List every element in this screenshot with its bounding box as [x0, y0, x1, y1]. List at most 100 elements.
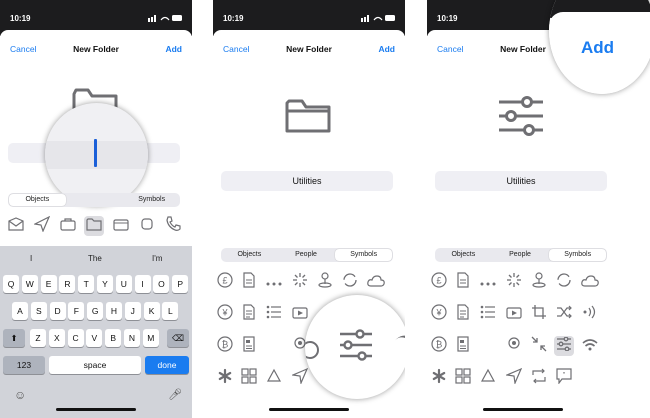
key-l[interactable]: L	[162, 302, 179, 320]
ellipsis-icon[interactable]	[264, 272, 284, 292]
key-e[interactable]: E	[40, 275, 57, 293]
doc-text-icon[interactable]	[453, 304, 473, 324]
yen-sign-icon[interactable]: ¥	[429, 304, 449, 324]
key-j[interactable]: J	[124, 302, 141, 320]
quote-bubble-icon[interactable]: "	[554, 368, 574, 388]
suggestion-1[interactable]: I	[30, 254, 32, 263]
grid-icon[interactable]	[239, 368, 259, 388]
creditcard-icon[interactable]	[111, 216, 131, 236]
ellipsis-icon[interactable]	[478, 272, 498, 292]
briefcase-icon[interactable]	[58, 216, 78, 236]
joystick-icon[interactable]	[529, 272, 549, 292]
emoji-key-icon[interactable]: ☺	[14, 388, 26, 402]
key-x[interactable]: X	[48, 329, 65, 347]
key-p[interactable]: P	[172, 275, 189, 293]
suggestion-2[interactable]: The	[88, 254, 102, 263]
segment-symbols[interactable]: Symbols	[123, 193, 180, 207]
wifi-icon[interactable]	[580, 336, 600, 356]
key-y[interactable]: Y	[97, 275, 113, 293]
doc-richtext-icon[interactable]	[453, 336, 473, 356]
loading-spinner-icon[interactable]	[290, 272, 310, 292]
segment-symbols[interactable]: Symbols	[335, 249, 393, 261]
shift-key[interactable]: ⬆	[3, 329, 25, 347]
key-g[interactable]: G	[87, 302, 104, 320]
key-o[interactable]: O	[153, 275, 170, 293]
key-c[interactable]: C	[67, 329, 84, 347]
delete-key[interactable]: ⌫	[167, 329, 189, 347]
key-r[interactable]: R	[59, 275, 76, 293]
pound-sign-icon[interactable]: £	[429, 272, 449, 292]
airplay-audio-icon[interactable]	[504, 336, 524, 356]
document-icon[interactable]	[239, 272, 259, 292]
folder-name-field[interactable]: Utilities	[435, 171, 607, 191]
grid-icon[interactable]	[453, 368, 473, 388]
key-n[interactable]: N	[124, 329, 140, 347]
pound-sign-icon[interactable]: £	[215, 272, 235, 292]
key-k[interactable]: K	[143, 302, 160, 320]
arrow-sync-icon[interactable]	[554, 272, 574, 292]
play-rectangle-icon[interactable]	[290, 304, 310, 324]
repeat-icon[interactable]	[529, 368, 549, 388]
phone-icon[interactable]	[163, 216, 183, 236]
key-w[interactable]: W	[21, 275, 38, 293]
key-a[interactable]: A	[12, 302, 28, 320]
doc-richtext-icon[interactable]	[239, 336, 259, 356]
location-arrow-icon[interactable]	[290, 367, 310, 388]
arrow-collapse-icon[interactable]	[529, 336, 549, 356]
loading-spinner-icon[interactable]	[504, 272, 524, 292]
list-bullet-icon[interactable]	[264, 304, 284, 324]
segment-people[interactable]: People	[492, 248, 549, 262]
key-u[interactable]: U	[115, 275, 132, 293]
bitcoin-sign-icon[interactable]: ₿	[215, 336, 235, 356]
slider-horizontal-icon[interactable]	[554, 336, 574, 356]
arrow-sync-icon[interactable]	[340, 272, 360, 292]
key-v[interactable]: V	[86, 329, 103, 347]
joystick-icon[interactable]	[315, 272, 335, 292]
key-f[interactable]: F	[68, 302, 85, 320]
key-b[interactable]: B	[105, 329, 122, 347]
yen-sign-icon[interactable]: ¥	[215, 304, 235, 324]
speaker-wave-icon[interactable]	[580, 304, 600, 324]
key-t[interactable]: T	[78, 275, 95, 293]
key-i[interactable]: I	[134, 275, 151, 293]
segment-hidden[interactable]	[67, 193, 124, 207]
cloud-icon[interactable]	[366, 272, 386, 292]
folder-icon[interactable]	[84, 216, 104, 236]
add-button[interactable]: Add	[378, 44, 395, 54]
add-button-magnified[interactable]: Add	[581, 38, 614, 58]
recycle-icon[interactable]	[264, 368, 284, 388]
key-m[interactable]: M	[142, 329, 159, 347]
shuffle-icon[interactable]	[554, 304, 574, 324]
dictation-icon[interactable]: 🎤︎	[168, 388, 182, 401]
folder-name-field[interactable]: Utilities	[221, 171, 393, 191]
play-rectangle-icon[interactable]	[504, 304, 524, 324]
segment-people[interactable]: People	[278, 248, 335, 262]
key-q[interactable]: Q	[3, 275, 19, 293]
key-z[interactable]: Z	[30, 329, 46, 347]
segment-objects[interactable]: Objects	[435, 248, 492, 262]
crop-icon[interactable]	[529, 304, 549, 324]
asterisk-icon[interactable]	[215, 368, 235, 388]
recycle-icon[interactable]	[478, 368, 498, 388]
segment-objects[interactable]: Objects	[9, 194, 66, 206]
bitcoin-sign-icon[interactable]: ₿	[429, 336, 449, 356]
cloud-icon[interactable]	[580, 272, 600, 292]
doc-text-icon[interactable]	[239, 304, 259, 324]
segment-objects[interactable]: Objects	[221, 248, 278, 262]
suggestion-3[interactable]: I'm	[152, 254, 162, 263]
watch-icon[interactable]	[137, 216, 157, 236]
asterisk-icon[interactable]	[429, 368, 449, 388]
list-bullet-icon[interactable]	[478, 304, 498, 324]
numbers-key[interactable]: 123	[3, 356, 45, 374]
location-arrow-icon[interactable]	[504, 367, 524, 388]
space-key[interactable]: space	[49, 356, 141, 374]
done-key[interactable]: done	[145, 356, 189, 374]
envelope-icon[interactable]	[6, 216, 26, 236]
paperplane-icon[interactable]	[32, 215, 52, 236]
segment-symbols[interactable]: Symbols	[549, 249, 607, 261]
document-icon[interactable]	[453, 272, 473, 292]
key-s[interactable]: S	[30, 302, 47, 320]
key-d[interactable]: D	[49, 302, 66, 320]
key-h[interactable]: H	[106, 302, 122, 320]
add-button[interactable]: Add	[165, 44, 182, 54]
